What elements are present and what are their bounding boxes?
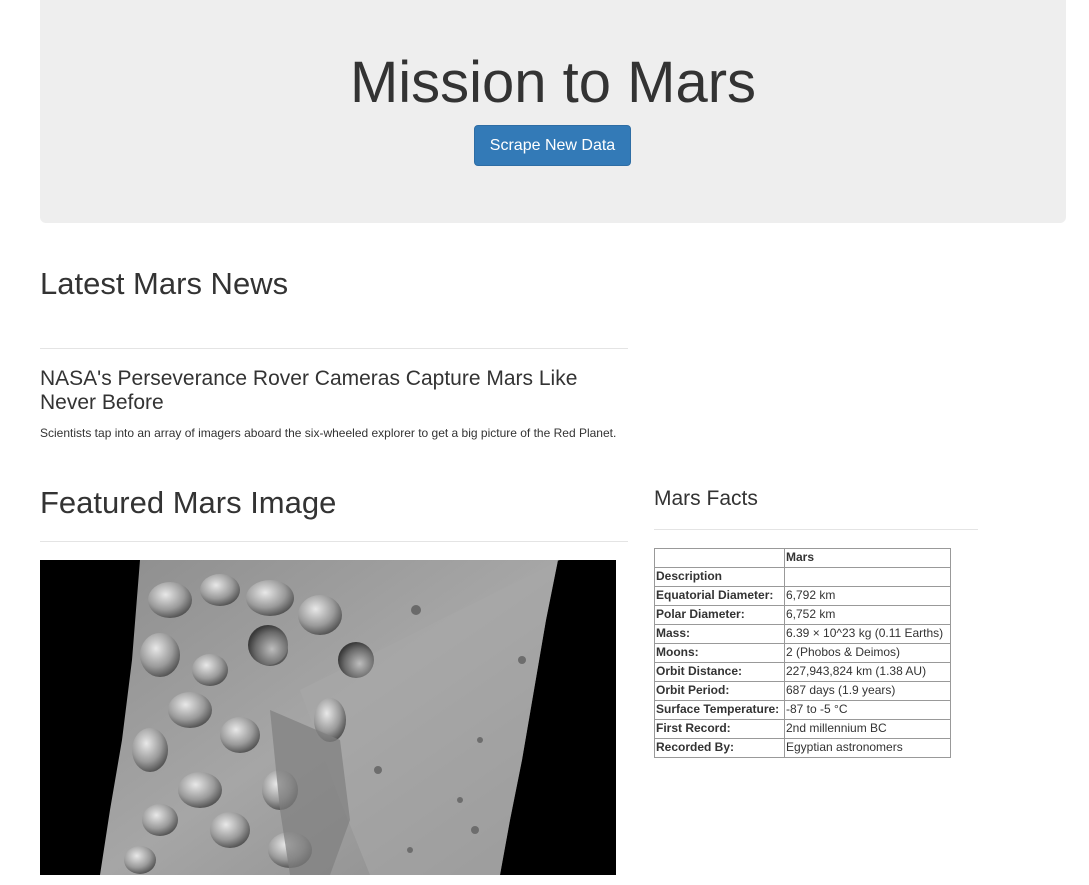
- facts-divider: [654, 529, 978, 530]
- jumbotron-header: Mission to Mars Scrape New Data: [40, 0, 1066, 223]
- table-header-empty: [654, 548, 785, 568]
- table-row: First Record: 2nd millennium BC: [654, 719, 951, 739]
- table-row: Description: [654, 567, 951, 587]
- table-row: Orbit Distance: 227,943,824 km (1.38 AU): [654, 662, 951, 682]
- fact-value: [784, 567, 951, 587]
- fact-value: 2nd millennium BC: [784, 719, 951, 739]
- fact-value: 6.39 × 10^23 kg (0.11 Earths): [784, 624, 951, 644]
- mars-facts-table: Mars Description Equatorial Diameter: 6,…: [654, 548, 951, 758]
- table-row: Surface Temperature: -87 to -5 °C: [654, 700, 951, 720]
- fact-value: 687 days (1.9 years): [784, 681, 951, 701]
- fact-value: 6,752 km: [784, 605, 951, 625]
- latest-news-heading: Latest Mars News: [40, 266, 289, 301]
- fact-value: 227,943,824 km (1.38 AU): [784, 662, 951, 682]
- table-header-mars: Mars: [784, 548, 951, 568]
- scrape-new-data-button[interactable]: Scrape New Data: [474, 125, 631, 166]
- table-row: Mass: 6.39 × 10^23 kg (0.11 Earths): [654, 624, 951, 644]
- fact-value: Egyptian astronomers: [784, 738, 951, 758]
- table-row: Equatorial Diameter: 6,792 km: [654, 586, 951, 606]
- fact-label: Recorded By:: [654, 738, 785, 758]
- fact-label: Moons:: [654, 643, 785, 663]
- table-row: Moons: 2 (Phobos & Deimos): [654, 643, 951, 663]
- mars-surface-image: [100, 560, 560, 875]
- table-row: Polar Diameter: 6,752 km: [654, 605, 951, 625]
- table-header-row: Mars: [654, 548, 951, 568]
- featured-divider: [40, 541, 628, 542]
- fact-label: Surface Temperature:: [654, 700, 785, 720]
- fact-label: Orbit Period:: [654, 681, 785, 701]
- fact-label: Orbit Distance:: [654, 662, 785, 682]
- fact-label: First Record:: [654, 719, 785, 739]
- fact-label: Mass:: [654, 624, 785, 644]
- mars-facts-heading: Mars Facts: [654, 487, 758, 510]
- news-teaser: Scientists tap into an array of imagers …: [40, 426, 617, 440]
- news-divider: [40, 348, 628, 349]
- featured-image-heading: Featured Mars Image: [40, 485, 337, 520]
- fact-label: Equatorial Diameter:: [654, 586, 785, 606]
- fact-value: 2 (Phobos & Deimos): [784, 643, 951, 663]
- featured-mars-image: [40, 560, 616, 875]
- news-title: NASA's Perseverance Rover Cameras Captur…: [40, 367, 578, 414]
- table-row: Orbit Period: 687 days (1.9 years): [654, 681, 951, 701]
- fact-value: 6,792 km: [784, 586, 951, 606]
- page-title: Mission to Mars: [349, 50, 757, 115]
- fact-value: -87 to -5 °C: [784, 700, 951, 720]
- fact-label: Polar Diameter:: [654, 605, 785, 625]
- fact-label: Description: [654, 567, 785, 587]
- table-row: Recorded By: Egyptian astronomers: [654, 738, 951, 758]
